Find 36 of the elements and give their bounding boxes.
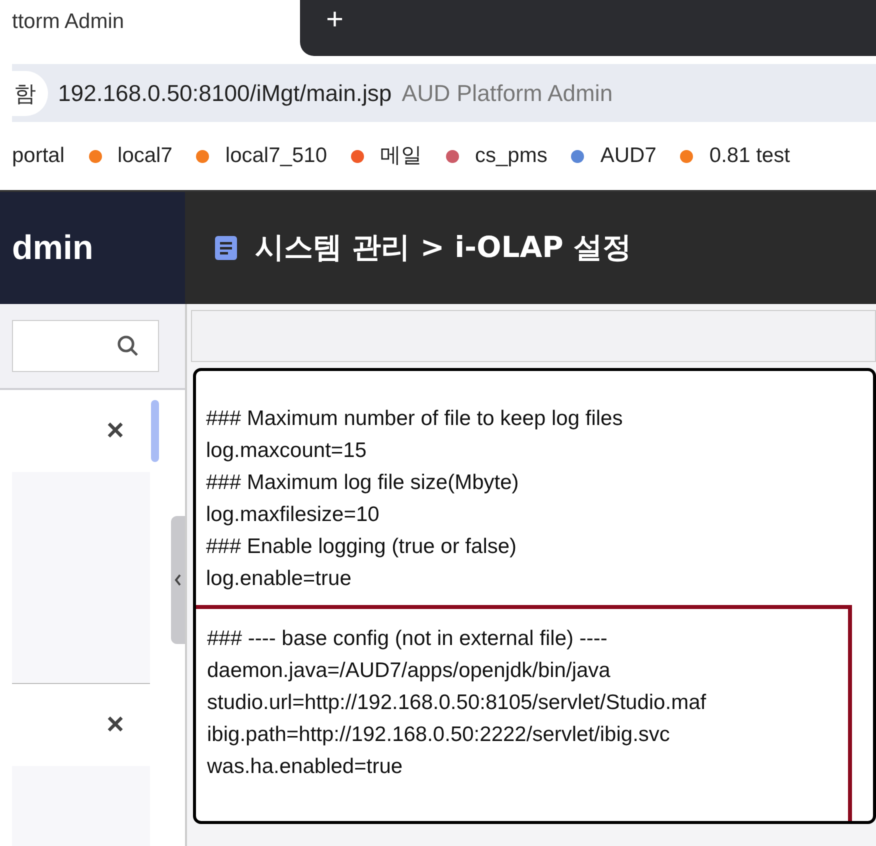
config-line: ### Maximum number of file to keep log files bbox=[206, 406, 624, 432]
config-line: ### Enable logging (true or false) bbox=[206, 534, 518, 560]
bookmark-link[interactable]: AUD7 bbox=[571, 140, 656, 172]
config-line: was.ha.enabled=true bbox=[207, 754, 404, 780]
bookmark-link[interactable]: portal bbox=[12, 140, 65, 172]
close-button[interactable]: × bbox=[106, 710, 124, 740]
config-line: log.enable=true bbox=[206, 566, 352, 592]
bookmark-link[interactable]: local7 bbox=[88, 140, 172, 172]
config-editor[interactable] bbox=[193, 368, 876, 824]
breadcrumb: 시스템 관리 > i-OLAP 설정 bbox=[255, 229, 632, 266]
config-line: studio.url=http://192.168.0.50:8105/servlet/Studio.maf bbox=[207, 690, 708, 716]
config-line: daemon.java=/AUD7/apps/openjdk/bin/java bbox=[207, 658, 612, 684]
bookmark-link[interactable]: 메일 bbox=[351, 140, 422, 172]
new-tab-button[interactable]: + bbox=[326, 0, 344, 40]
config-line: ### ---- base config (not in external file) ---- bbox=[207, 626, 608, 652]
address-prefix: 함 bbox=[12, 70, 48, 116]
document-icon bbox=[215, 236, 237, 260]
bookmark-link[interactable]: cs_pms bbox=[446, 140, 548, 172]
page-title: AUD Platform Admin bbox=[402, 78, 613, 108]
url-text: 192.168.0.50:8100/iMgt/main.jsp bbox=[58, 78, 392, 108]
config-line: ### Maximum log file size(Mbyte) bbox=[206, 470, 520, 496]
bookmark-link[interactable]: 0.81 test bbox=[680, 140, 790, 172]
sidebar-item-card[interactable] bbox=[12, 472, 150, 684]
config-line: log.maxfilesize=10 bbox=[206, 502, 380, 528]
scrollbar-thumb bbox=[151, 400, 159, 462]
collapse-handle[interactable] bbox=[171, 516, 185, 644]
close-button[interactable]: × bbox=[106, 416, 124, 446]
config-line: ibig.path=http://192.168.0.50:2222/servlet/ibig.svc bbox=[207, 722, 671, 748]
browser-tab-title[interactable]: ttorm Admin bbox=[0, 0, 300, 38]
config-line: log.maxcount=15 bbox=[206, 438, 368, 464]
brand-title: dmin bbox=[12, 228, 94, 268]
search-icon bbox=[116, 334, 140, 358]
chevron-left-icon bbox=[174, 574, 182, 586]
address-bar[interactable]: 함 192.168.0.50:8100/iMgt/main.jsp AUD Platform Admin bbox=[12, 64, 876, 122]
bookmark-link[interactable]: local7_510 bbox=[196, 140, 327, 172]
search-field[interactable] bbox=[12, 320, 159, 372]
